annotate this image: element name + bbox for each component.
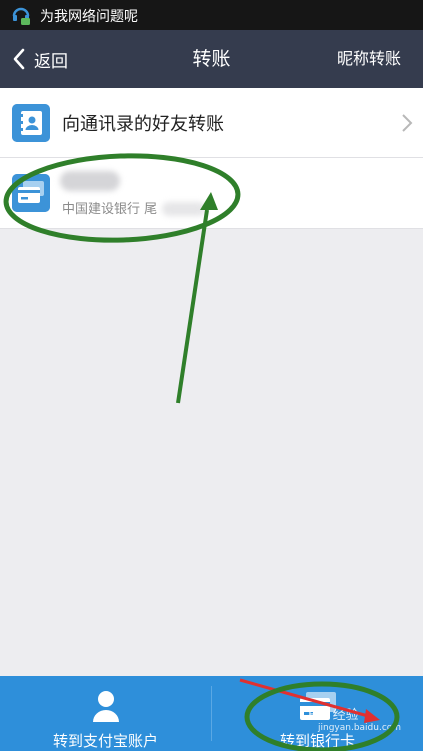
redacted-name xyxy=(60,171,120,191)
transfer-list: 向通讯录的好友转账 中国建设银行 尾 xyxy=(0,88,423,229)
bank-card-item[interactable]: 中国建设银行 尾 xyxy=(0,158,423,229)
annotation-arrow-shaft xyxy=(176,209,209,404)
chevron-left-icon xyxy=(13,48,25,70)
bank-card-icon xyxy=(12,174,50,212)
watermark-main-text: Bai 经验 xyxy=(308,708,359,723)
notification-text: 为我网络问题呢 xyxy=(40,9,138,25)
contacts-book-icon xyxy=(12,104,50,142)
baidu-jingyan-watermark: Bai 经验 jingyan.baidu.com xyxy=(308,704,401,733)
status-bar: 为我网络问题呢 xyxy=(0,0,423,30)
transfer-to-alipay-label: 转到支付宝账户 xyxy=(52,732,158,750)
transfer-to-bank-card-label: 转到银行卡 xyxy=(279,732,355,750)
back-label: 返回 xyxy=(34,51,68,72)
redacted-card-number xyxy=(162,202,206,216)
watermark-sub-text: jingyan.baidu.com xyxy=(318,723,402,733)
nav-bar: 返回 转账 昵称转账 xyxy=(0,30,423,88)
contacts-transfer-item[interactable]: 向通讯录的好友转账 xyxy=(0,88,423,158)
bank-card-subtitle: 中国建设银行 尾 xyxy=(62,202,158,217)
user-icon xyxy=(92,691,119,722)
chevron-right-icon xyxy=(402,114,413,132)
notification-app-icon xyxy=(12,7,30,25)
transfer-to-alipay-tab[interactable]: 转到支付宝账户 xyxy=(0,676,211,751)
nickname-transfer-button[interactable]: 昵称转账 xyxy=(337,30,401,88)
back-button[interactable]: 返回 xyxy=(12,30,68,88)
contacts-transfer-label: 向通讯录的好友转账 xyxy=(62,114,224,135)
